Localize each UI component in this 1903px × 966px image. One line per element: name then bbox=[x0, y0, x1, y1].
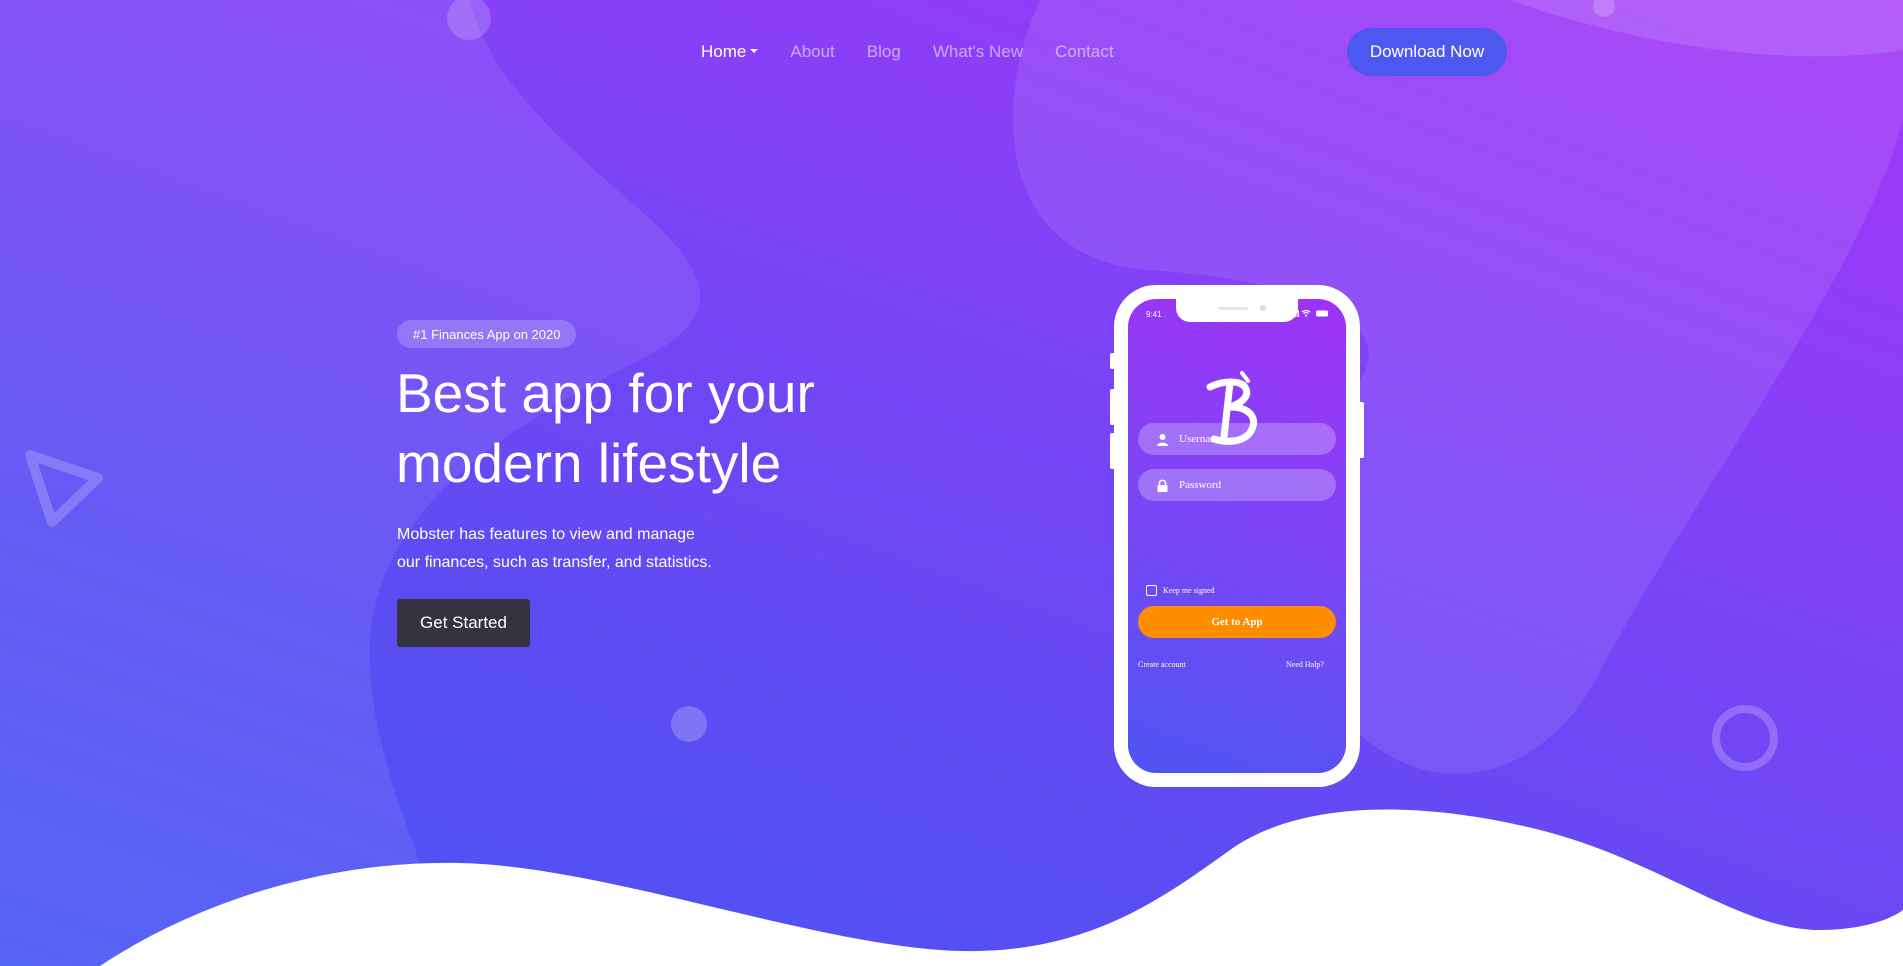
lock-icon bbox=[1157, 479, 1168, 492]
keep-signed-checkbox[interactable] bbox=[1146, 585, 1157, 596]
download-now-button[interactable]: Download Now bbox=[1347, 28, 1507, 76]
description-line-1: Mobster has features to view and manage bbox=[397, 526, 695, 543]
nav-links: Home About Blog What's New Contact bbox=[701, 42, 1114, 62]
username-placeholder: Username bbox=[1179, 433, 1224, 445]
battery-icon bbox=[1316, 310, 1328, 317]
nav-item-about[interactable]: About bbox=[790, 42, 834, 62]
phone-volume-down bbox=[1110, 433, 1115, 469]
need-help-link[interactable]: Need Halp? bbox=[1286, 660, 1324, 669]
phone-notch bbox=[1176, 299, 1298, 322]
phone-mockup: 9:41 Username Password Keep me signed Ge… bbox=[1110, 285, 1364, 787]
hero-headline: Best app for your modern lifestyle bbox=[396, 358, 956, 498]
nav-item-home[interactable]: Home bbox=[701, 42, 759, 62]
phone-mute-switch bbox=[1110, 353, 1115, 369]
speaker-grille bbox=[1218, 307, 1248, 310]
signal-icon bbox=[1290, 310, 1299, 317]
username-field[interactable]: Username bbox=[1138, 423, 1336, 455]
chevron-down-icon bbox=[750, 48, 759, 53]
get-started-button[interactable]: Get Started bbox=[397, 599, 530, 647]
get-to-app-button[interactable]: Get to App bbox=[1138, 606, 1336, 638]
password-placeholder: Password bbox=[1179, 479, 1222, 491]
phone-volume-up bbox=[1110, 389, 1115, 425]
hero-section: Home About Blog What's New Contact Downl… bbox=[0, 0, 1903, 966]
keep-signed-option[interactable]: Keep me signed bbox=[1146, 585, 1215, 596]
hero-description: Mobster has features to view and manage … bbox=[397, 521, 817, 577]
password-field[interactable]: Password bbox=[1138, 469, 1336, 501]
headline-line-1: Best app for your bbox=[396, 362, 815, 424]
top-navigation: Home About Blog What's New Contact Downl… bbox=[0, 28, 1903, 76]
nav-item-blog[interactable]: Blog bbox=[867, 42, 901, 62]
camera-icon bbox=[1260, 305, 1266, 311]
keep-signed-label: Keep me signed bbox=[1163, 586, 1215, 595]
hero-badge: #1 Finances App on 2020 bbox=[397, 320, 577, 348]
headline-line-2: modern lifestyle bbox=[396, 432, 782, 494]
status-time: 9:41 bbox=[1146, 310, 1162, 319]
create-account-link[interactable]: Create account bbox=[1138, 660, 1186, 669]
phone-power-button bbox=[1359, 402, 1364, 458]
user-icon bbox=[1157, 433, 1168, 446]
description-line-2: our finances, such as transfer, and stat… bbox=[397, 554, 712, 571]
phone-screen: 9:41 Username Password Keep me signed Ge… bbox=[1128, 299, 1346, 773]
nav-item-whats-new[interactable]: What's New bbox=[933, 42, 1023, 62]
nav-item-contact[interactable]: Contact bbox=[1055, 42, 1114, 62]
status-icons bbox=[1290, 309, 1328, 317]
wifi-icon bbox=[1301, 309, 1311, 314]
nav-item-home-label: Home bbox=[701, 42, 747, 61]
